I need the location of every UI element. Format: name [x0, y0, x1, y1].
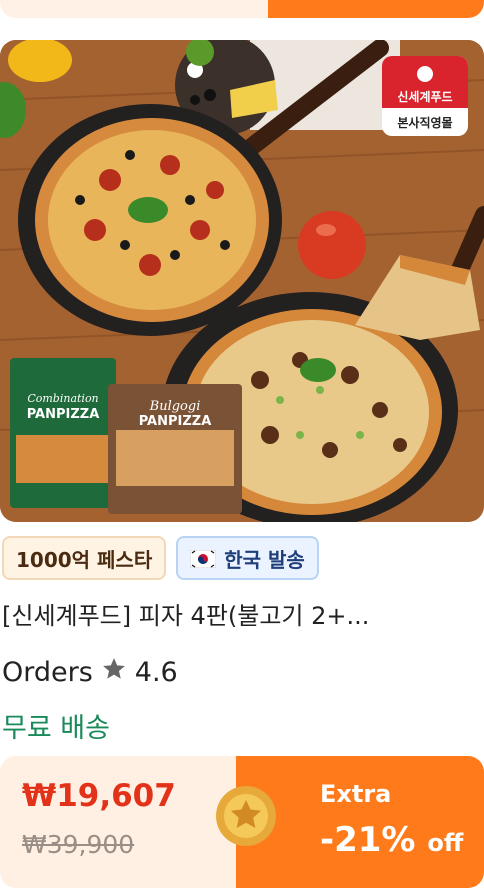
- product-title[interactable]: [신세계푸드] 피자 4판(불고기 2+...: [2, 596, 478, 631]
- rating-value: 4.6: [134, 657, 178, 688]
- price-bar[interactable]: ₩19,607 ₩39,900 Extra -21% off: [0, 756, 484, 892]
- extra-label: Extra: [320, 780, 392, 808]
- svg-text:Bulgogi: Bulgogi: [149, 399, 201, 414]
- orders-label: Orders: [2, 657, 93, 688]
- price-bar-left: [0, 0, 300, 18]
- price-bar-right: [268, 0, 484, 18]
- svg-text:Combination: Combination: [27, 392, 98, 405]
- original-price: ₩39,900: [22, 830, 135, 859]
- korea-flag-icon: [189, 549, 217, 569]
- product-image[interactable]: Combination PANPIZZA Bulgogi PANPIZZA 신세…: [0, 40, 484, 522]
- tag-row: 1000억 페스타 한국 발송: [2, 536, 319, 580]
- festa-tag: 1000억 페스타: [2, 536, 167, 580]
- svg-text:PANPIZZA: PANPIZZA: [139, 414, 212, 429]
- previous-item-price-bar: [0, 0, 484, 18]
- korea-shipping-label: 한국 발송: [224, 547, 305, 572]
- current-price: ₩19,607: [22, 778, 176, 814]
- brand-badge-subtitle: 본사직영몰: [397, 115, 452, 130]
- discount-label: -21% off: [320, 820, 463, 860]
- rating-row: Orders 4.6: [2, 656, 178, 689]
- discount-suffix: off: [427, 829, 464, 857]
- korea-shipping-tag: 한국 발송: [176, 536, 319, 580]
- svg-text:PANPIZZA: PANPIZZA: [27, 407, 100, 422]
- star-icon: [101, 656, 127, 689]
- festa-tag-label: 1000억 페스타: [16, 547, 153, 572]
- free-shipping-label: 무료 배송: [2, 713, 110, 744]
- coin-icon: [214, 784, 278, 848]
- discount-percent: -21%: [320, 820, 416, 860]
- brand-badge-name: 신세계푸드: [397, 89, 452, 104]
